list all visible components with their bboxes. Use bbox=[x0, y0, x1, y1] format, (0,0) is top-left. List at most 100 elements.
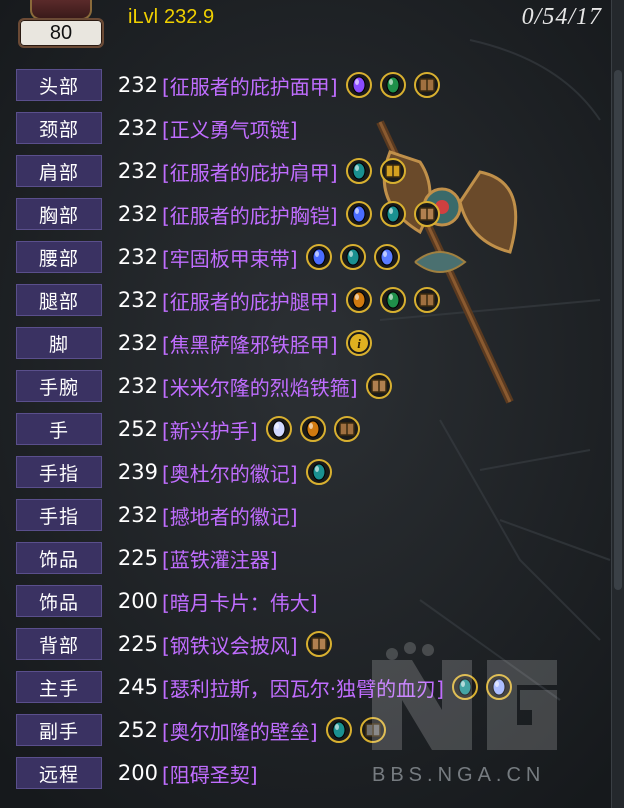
item-level: 232 bbox=[117, 159, 158, 183]
slot-label: 手 bbox=[16, 413, 102, 445]
socket-icon[interactable] bbox=[305, 631, 332, 657]
orange-gem-icon[interactable] bbox=[345, 287, 372, 313]
item-name-link[interactable]: [钢铁议会披风] bbox=[162, 630, 298, 659]
slot-label: 手指 bbox=[16, 499, 102, 531]
item-level: 232 bbox=[117, 374, 158, 398]
item-name-link[interactable]: [米米尔隆的烈焰铁箍] bbox=[162, 372, 358, 401]
slot-label: 副手 bbox=[16, 714, 102, 746]
equipment-row[interactable]: 头部 232 [征服者的庇护面甲] bbox=[16, 68, 440, 102]
slot-label: 腰部 bbox=[16, 241, 102, 273]
item-name-link[interactable]: [阻碍圣契] bbox=[162, 759, 258, 788]
slot-label: 背部 bbox=[16, 628, 102, 660]
equipment-row[interactable]: 手指 232 [撼地者的徽记] bbox=[16, 498, 298, 532]
teal-gem-icon[interactable] bbox=[339, 244, 366, 270]
watermark-logo bbox=[372, 642, 557, 750]
slot-label: 手指 bbox=[16, 456, 102, 488]
item-name-link[interactable]: [撼地者的徽记] bbox=[162, 501, 298, 530]
item-name-link[interactable]: [暗月卡片：伟大] bbox=[162, 587, 318, 616]
item-level-summary: iLvl 232.9 bbox=[128, 6, 214, 29]
slot-label: 脚 bbox=[16, 327, 102, 359]
ilvl-label: iLvl bbox=[128, 6, 159, 28]
equipment-row[interactable]: 手 252 [新兴护手] bbox=[16, 412, 360, 446]
item-name-link[interactable]: [焦黑萨隆邪铁胫甲] bbox=[162, 329, 338, 358]
teal-gem-icon[interactable] bbox=[345, 158, 372, 184]
item-name-link[interactable]: [正义勇气项链] bbox=[162, 114, 298, 143]
equipment-row[interactable]: 手指 239 [奥杜尔的徽记] bbox=[16, 455, 332, 489]
scrollbar[interactable] bbox=[611, 0, 624, 808]
level-value: 80 bbox=[49, 21, 73, 44]
item-level: 225 bbox=[117, 632, 158, 656]
slot-label: 远程 bbox=[16, 757, 102, 789]
item-name-link[interactable]: [征服者的庇护面甲] bbox=[162, 71, 338, 100]
item-level: 232 bbox=[117, 503, 158, 527]
orange-gem-icon[interactable] bbox=[299, 416, 326, 442]
socket-icon[interactable] bbox=[413, 72, 440, 98]
green-gem-icon[interactable] bbox=[379, 72, 406, 98]
item-name-link[interactable]: [奥尔加隆的壁垒] bbox=[162, 716, 318, 745]
teal-gem-icon[interactable] bbox=[379, 201, 406, 227]
ilvl-value: 232.9 bbox=[164, 6, 215, 28]
slot-label: 颈部 bbox=[16, 112, 102, 144]
item-level: 232 bbox=[117, 245, 158, 269]
watermark-text: BBS.NGA.CN bbox=[372, 764, 546, 786]
equipment-row[interactable]: 远程 200 [阻碍圣契] bbox=[16, 756, 258, 790]
blue-gem-icon[interactable] bbox=[373, 244, 400, 270]
item-level: 225 bbox=[117, 546, 158, 570]
slot-label: 头部 bbox=[16, 69, 102, 101]
equipment-row[interactable]: 肩部 232 [征服者的庇护肩甲] bbox=[16, 154, 406, 188]
item-level: 252 bbox=[117, 718, 158, 742]
equipment-row[interactable]: 脚 232 [焦黑萨隆邪铁胫甲] i bbox=[16, 326, 372, 360]
talent-counter: 0/54/17 bbox=[521, 4, 602, 30]
equipment-row[interactable]: 腰部 232 [牢固板甲束带] bbox=[16, 240, 400, 274]
item-name-link[interactable]: [新兴护手] bbox=[162, 415, 258, 444]
item-level: 232 bbox=[117, 288, 158, 312]
teal-gem-icon[interactable] bbox=[325, 717, 352, 743]
slot-label: 肩部 bbox=[16, 155, 102, 187]
slot-label: 主手 bbox=[16, 671, 102, 703]
item-level: 239 bbox=[117, 460, 158, 484]
item-name-link[interactable]: [征服者的庇护胸铠] bbox=[162, 200, 338, 229]
equipment-row[interactable]: 手腕 232 [米米尔隆的烈焰铁箍] bbox=[16, 369, 392, 403]
slot-label: 腿部 bbox=[16, 284, 102, 316]
yellow-enchant-icon[interactable] bbox=[379, 158, 406, 184]
item-name-link[interactable]: [奥杜尔的徽记] bbox=[162, 458, 298, 487]
item-level: 200 bbox=[117, 761, 158, 785]
slot-label: 饰品 bbox=[16, 542, 102, 574]
socket-icon[interactable] bbox=[333, 416, 360, 442]
slot-label: 手腕 bbox=[16, 370, 102, 402]
level-badge: 80 bbox=[18, 18, 104, 48]
scroll-thumb[interactable] bbox=[614, 70, 622, 590]
item-level: 245 bbox=[117, 675, 158, 699]
svg-text:i: i bbox=[357, 336, 361, 351]
portrait-frame bbox=[30, 0, 92, 20]
white-gem-icon[interactable] bbox=[265, 416, 292, 442]
item-name-link[interactable]: [蓝铁灌注器] bbox=[162, 544, 278, 573]
equipment-row[interactable]: 背部 225 [钢铁议会披风] bbox=[16, 627, 332, 661]
equipment-row[interactable]: 饰品 225 [蓝铁灌注器] bbox=[16, 541, 278, 575]
green-gem-icon[interactable] bbox=[379, 287, 406, 313]
slot-label: 饰品 bbox=[16, 585, 102, 617]
equipment-row[interactable]: 胸部 232 [征服者的庇护胸铠] bbox=[16, 197, 440, 231]
slot-label: 胸部 bbox=[16, 198, 102, 230]
info-icon[interactable]: i bbox=[345, 330, 372, 356]
item-level: 200 bbox=[117, 589, 158, 613]
blue-gem-icon[interactable] bbox=[345, 201, 372, 227]
item-level: 232 bbox=[117, 202, 158, 226]
purple-gem-icon[interactable] bbox=[345, 72, 372, 98]
item-level: 232 bbox=[117, 73, 158, 97]
equipment-row[interactable]: 颈部 232 [正义勇气项链] bbox=[16, 111, 298, 145]
item-name-link[interactable]: [征服者的庇护腿甲] bbox=[162, 286, 338, 315]
teal-gem-icon[interactable] bbox=[305, 459, 332, 485]
socket-icon[interactable] bbox=[413, 287, 440, 313]
item-level: 232 bbox=[117, 331, 158, 355]
socket-icon[interactable] bbox=[365, 373, 392, 399]
item-level: 232 bbox=[117, 116, 158, 140]
item-name-link[interactable]: [牢固板甲束带] bbox=[162, 243, 298, 272]
equipment-row[interactable]: 副手 252 [奥尔加隆的壁垒] bbox=[16, 713, 386, 747]
blue-gem-icon[interactable] bbox=[305, 244, 332, 270]
equipment-row[interactable]: 腿部 232 [征服者的庇护腿甲] bbox=[16, 283, 440, 317]
item-level: 252 bbox=[117, 417, 158, 441]
socket-icon[interactable] bbox=[413, 201, 440, 227]
item-name-link[interactable]: [征服者的庇护肩甲] bbox=[162, 157, 338, 186]
equipment-row[interactable]: 饰品 200 [暗月卡片：伟大] bbox=[16, 584, 318, 618]
